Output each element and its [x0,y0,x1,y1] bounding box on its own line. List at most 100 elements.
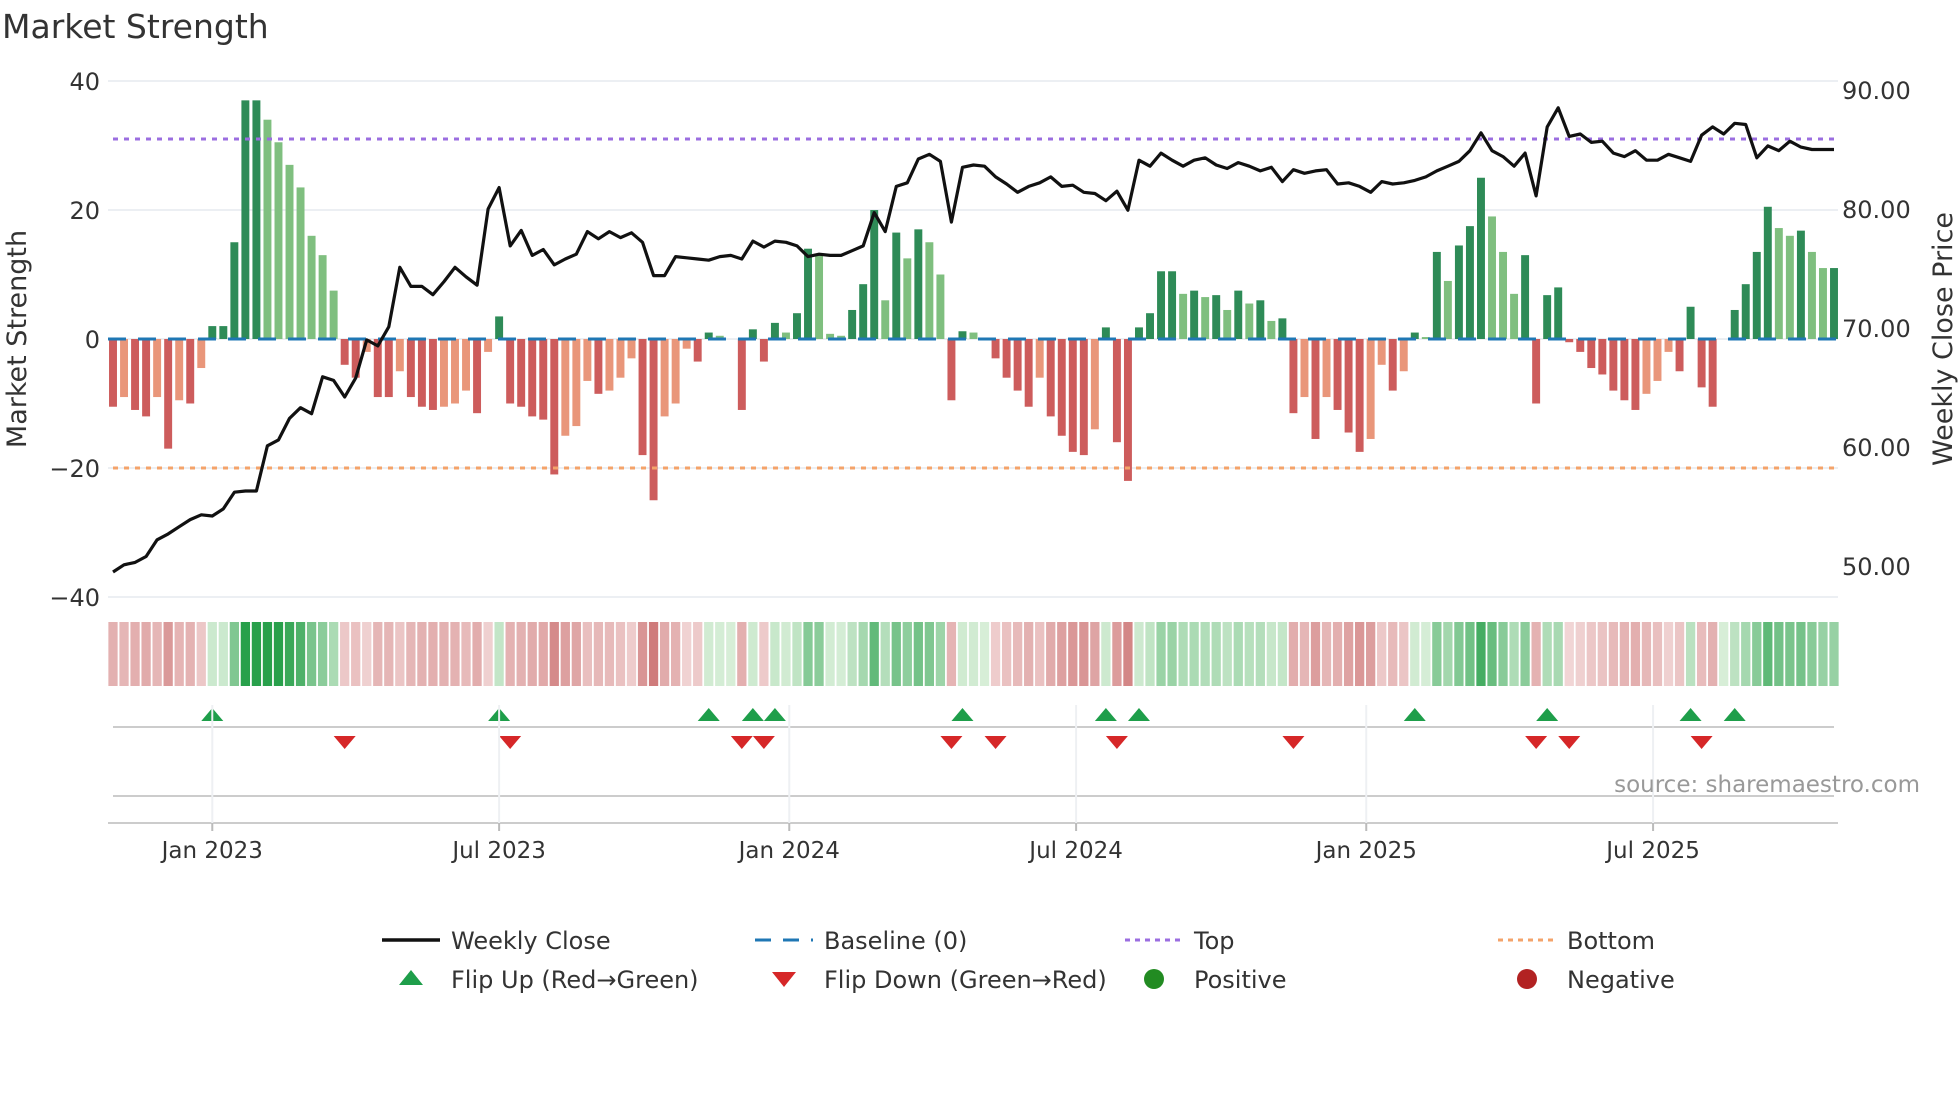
heat-cell [626,622,637,686]
heat-cell [1288,622,1299,686]
heat-cell [1090,622,1100,686]
heat-cell [395,622,405,686]
strength-bar [506,339,515,404]
heat-cell [693,622,703,686]
heat-cell [770,622,780,686]
flip-down-marker [1105,736,1128,749]
strength-bar [241,100,250,339]
heat-cell [682,622,692,686]
strength-bar [230,242,239,339]
strength-bar [539,339,548,420]
strength-bar [848,309,857,339]
heat-cell [1354,622,1365,686]
heat-cell [1785,622,1795,686]
strength-bar [1774,228,1783,339]
strength-bar [1708,339,1717,407]
strength-bar [1123,339,1132,481]
strength-bar [495,316,504,339]
heat-cell [1542,622,1552,686]
strength-bar [484,339,493,352]
legend-label: Positive [1194,966,1287,994]
strength-bar [1730,309,1739,339]
x-tick-label: Jul 2024 [1027,838,1123,864]
heat-cell [726,622,736,686]
heat-cell [1829,622,1839,686]
heat-cell [1641,622,1652,686]
strength-bar [528,339,537,417]
heat-cell [317,622,328,686]
legend-label: Baseline (0) [824,927,967,955]
heat-cell [295,622,306,686]
flip-up-marker [1679,708,1702,721]
strength-bar [1587,339,1596,369]
heat-cell [1233,622,1243,686]
heat-cell [1079,622,1089,686]
x-tick-label: Jul 2025 [1604,838,1700,864]
heat-cell [406,622,416,686]
heat-cell [351,622,361,686]
heat-cell [1178,622,1188,686]
y2-tick-label: 60.00 [1842,434,1911,462]
strength-bar [1477,177,1485,339]
heat-cell [748,622,758,686]
strength-bar [517,339,526,407]
strength-bar [1311,339,1320,439]
strength-bar [1388,339,1397,391]
heat-cell [196,622,206,686]
legend-label: Bottom [1567,927,1655,955]
strength-bar [1179,293,1188,339]
strength-bar [208,326,217,339]
strength-bar [793,313,801,339]
strength-bar [627,339,636,359]
strength-bar [1278,318,1287,339]
strength-bar [605,339,614,391]
heat-cell [362,622,372,686]
strength-bar [859,284,868,339]
strength-bar [131,339,140,410]
heat-cell [957,622,968,686]
legend-label: Flip Up (Red→Green) [451,966,699,994]
heat-cell [1156,622,1166,686]
heat-cell [858,622,868,686]
strength-bar [197,339,206,369]
heat-cell [1410,622,1420,686]
strength-bar [1532,339,1541,404]
flip-down-marker [752,736,775,749]
strength-bar [804,248,812,339]
strength-bar [1653,339,1662,381]
x-tick-label: Jan 2023 [160,838,263,864]
heat-cell [803,622,813,686]
heat-cell [1443,622,1453,686]
strength-bar [870,210,879,339]
strength-bar [417,339,426,407]
heat-cell [582,622,593,686]
heat-cell [1498,622,1508,686]
heat-cell [538,622,548,686]
flip-up-marker [1094,708,1117,721]
flip-down-marker [1282,736,1305,749]
heat-cell [1575,622,1585,686]
heat-cell [516,622,526,686]
strength-bar [1157,271,1166,339]
heat-cell [1012,622,1023,686]
strength-bar [186,339,195,404]
strength-bar [1741,284,1750,339]
heat-cell [1630,622,1641,686]
strength-bar [671,339,680,404]
heat-cell [968,622,979,686]
strength-bar [109,339,117,407]
strength-bar [164,339,173,449]
heat-cell [152,622,162,686]
heat-cell [1465,622,1475,686]
heat-cell [1454,622,1464,686]
strength-bar [594,339,603,394]
flip-markers-panel [108,708,1838,824]
flip-down-marker [984,736,1007,749]
strength-bar [252,100,261,339]
strength-bar [1565,339,1574,343]
strength-bar [1289,339,1298,414]
heat-cell [604,622,615,686]
legend-label: Flip Down (Green→Red) [824,966,1107,994]
heat-cell [417,622,427,686]
heat-cell [1586,622,1596,686]
